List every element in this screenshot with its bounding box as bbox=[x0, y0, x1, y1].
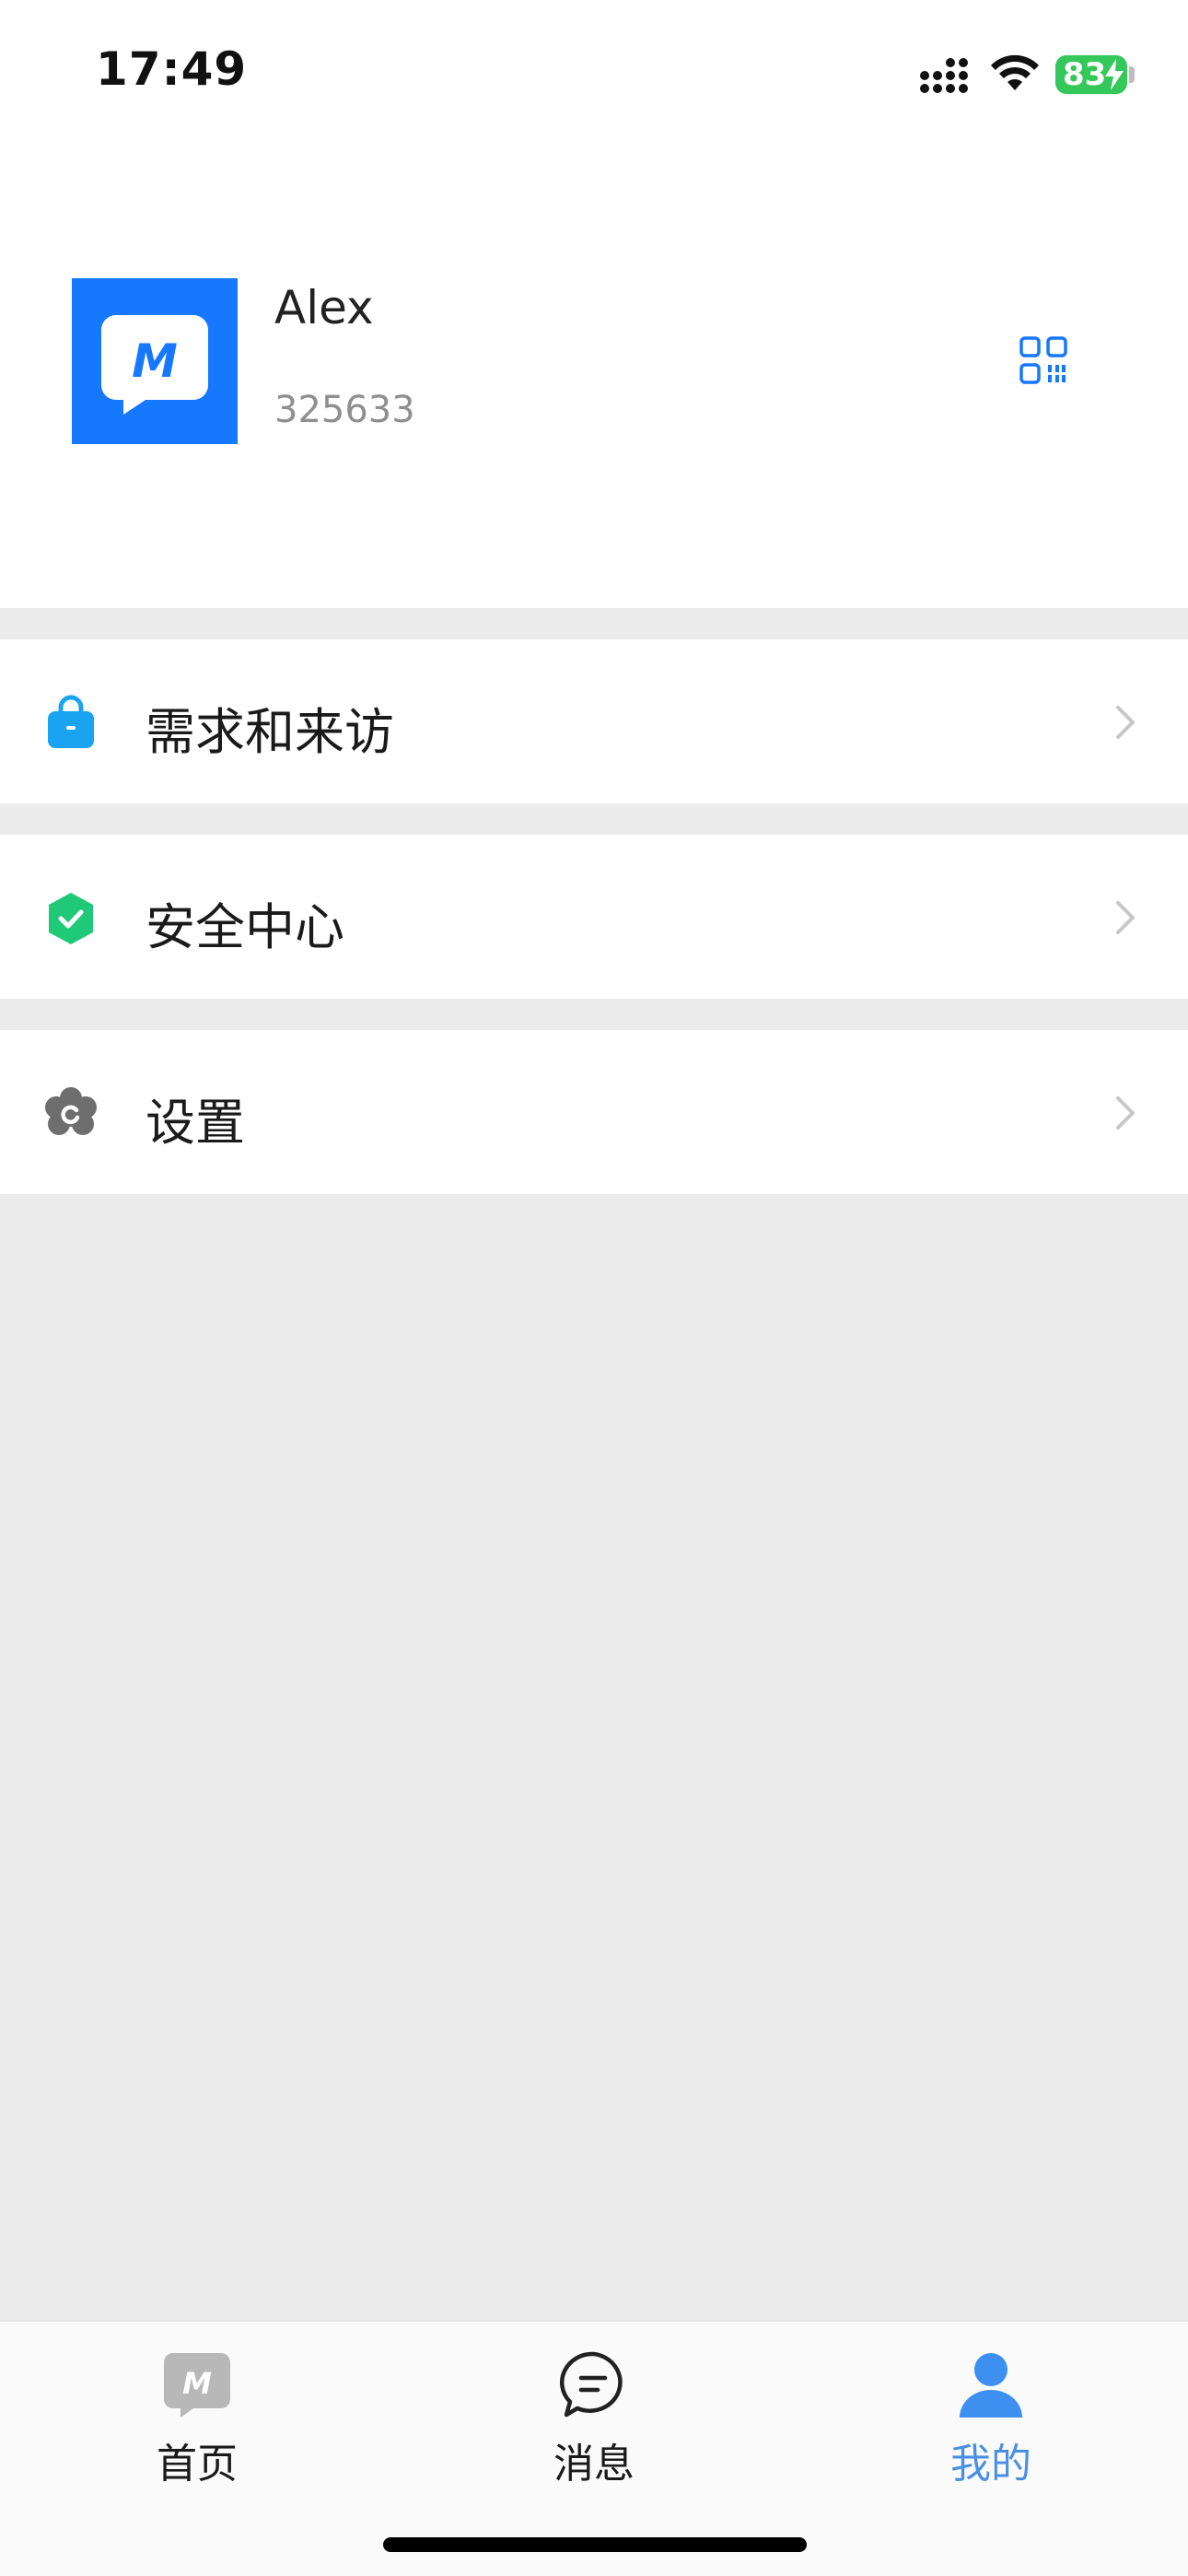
svg-text:M: M bbox=[182, 2366, 212, 2401]
tab-messages[interactable]: 消息 bbox=[493, 2349, 695, 2506]
tab-home[interactable]: M 首页 bbox=[96, 2349, 298, 2506]
menu-item-label: 安全中心 bbox=[146, 898, 344, 956]
chevron-right-icon bbox=[1116, 706, 1135, 739]
home-m-icon: M bbox=[164, 2353, 230, 2418]
message-bubble-icon bbox=[560, 2351, 623, 2418]
home-indicator[interactable] bbox=[383, 2537, 807, 2552]
wifi-icon bbox=[991, 54, 1039, 90]
menu-item-requests[interactable]: 需求和来访 bbox=[0, 639, 1188, 803]
tab-mine[interactable]: 我的 bbox=[890, 2349, 1092, 2506]
menu-item-settings[interactable]: 设置 bbox=[0, 1030, 1188, 1194]
profile-screen: 17:49 83 M Alex 325633 需求和来访 安全中心 设置 M 首… bbox=[0, 0, 1188, 2576]
tab-label: 我的 bbox=[950, 2441, 1031, 2488]
shield-check-icon bbox=[49, 893, 93, 944]
avatar-letter: M bbox=[132, 334, 178, 388]
battery-level: 83 bbox=[1063, 56, 1107, 93]
profile-card[interactable]: M Alex 325633 bbox=[0, 147, 1188, 608]
profile-id: 325633 bbox=[274, 389, 415, 431]
chevron-right-icon bbox=[1116, 1096, 1135, 1130]
avatar[interactable]: M bbox=[72, 278, 238, 444]
menu-item-label: 需求和来访 bbox=[146, 703, 394, 761]
status-bar: 17:49 83 bbox=[0, 0, 1188, 147]
status-time: 17:49 bbox=[96, 42, 248, 96]
settings-gear-icon bbox=[45, 1087, 97, 1135]
app-logo-icon: M bbox=[101, 315, 208, 415]
battery-cap bbox=[1129, 66, 1135, 83]
tab-label: 消息 bbox=[553, 2441, 635, 2488]
menu-item-label: 设置 bbox=[146, 1094, 245, 1152]
tab-label: 首页 bbox=[157, 2441, 238, 2488]
menu-item-security-center[interactable]: 安全中心 bbox=[0, 835, 1188, 999]
cellular-signal-icon bbox=[920, 58, 968, 93]
shopping-bag-icon bbox=[48, 695, 94, 748]
person-icon bbox=[960, 2353, 1022, 2418]
qr-code-icon[interactable] bbox=[1019, 336, 1067, 384]
profile-name: Alex bbox=[274, 281, 374, 334]
chevron-right-icon bbox=[1116, 901, 1135, 934]
charging-bolt-icon bbox=[1105, 59, 1124, 90]
